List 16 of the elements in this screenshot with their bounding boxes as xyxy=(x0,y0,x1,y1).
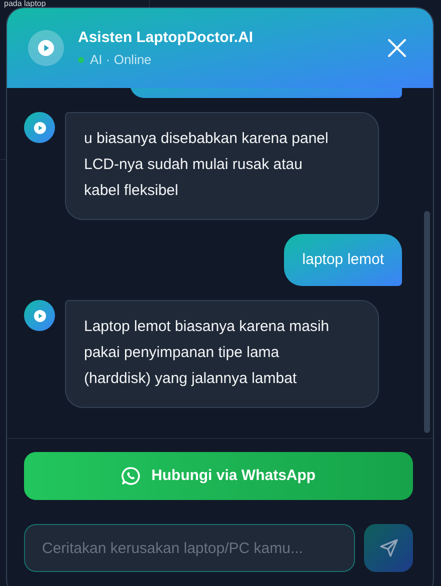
user-message: laptop lemot xyxy=(284,234,402,286)
status-text: AI · Online xyxy=(90,52,152,67)
send-button[interactable] xyxy=(364,524,413,572)
send-icon xyxy=(378,538,398,558)
bot-avatar xyxy=(24,300,55,331)
close-icon xyxy=(387,38,407,58)
whatsapp-icon xyxy=(121,466,142,486)
bot-avatar xyxy=(24,112,55,143)
bot-message: u biasanya disebabkan karena panel LCD-nya sudah mulai rusak atau kabel fleksibel xyxy=(65,112,379,220)
background-text: pada laptop xyxy=(4,0,46,8)
bot-message: Laptop lemot biasanya karena masih pakai penyimpanan tipe lama (harddisk) yang jalannya lambat xyxy=(65,300,379,408)
play-icon xyxy=(38,40,54,56)
close-button[interactable] xyxy=(385,36,409,60)
whatsapp-button[interactable]: Hubungi via WhatsApp xyxy=(24,452,413,500)
chat-title: Asisten LaptopDoctor.AI xyxy=(78,29,254,47)
message-input[interactable]: Ceritakan kerusakan laptop/PC kamu... xyxy=(24,524,355,572)
